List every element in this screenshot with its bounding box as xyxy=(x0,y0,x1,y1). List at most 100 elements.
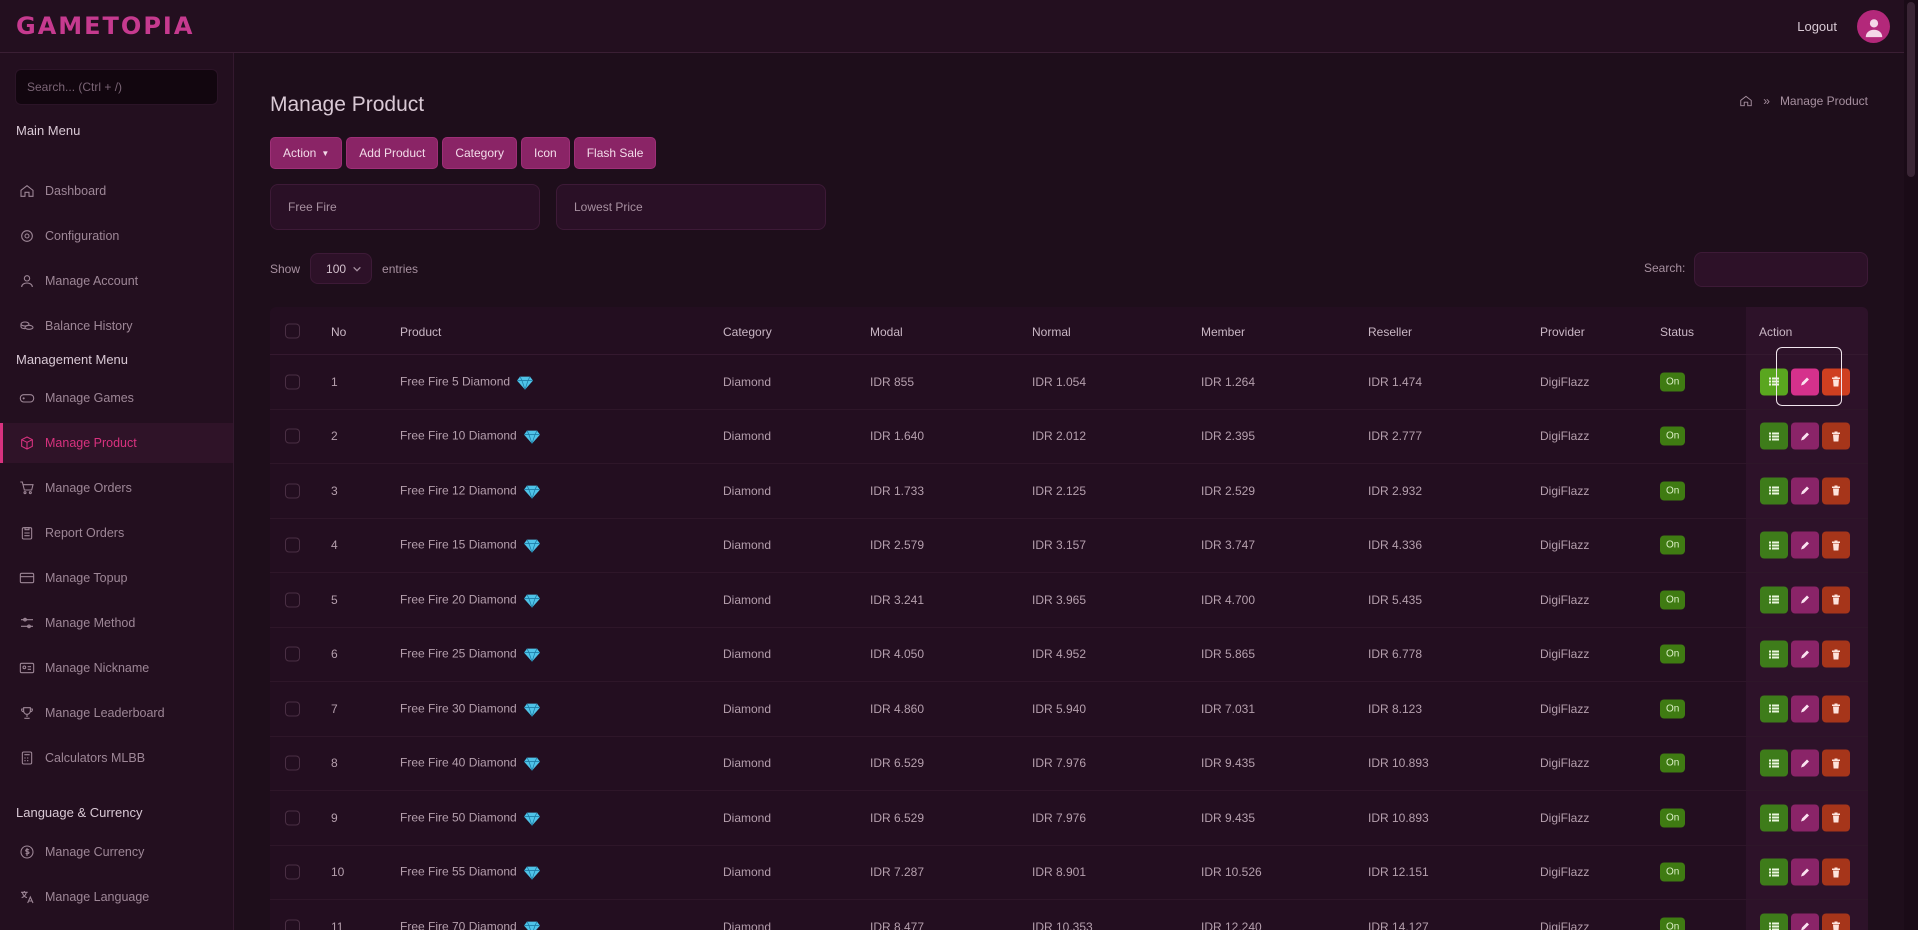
status-badge[interactable]: On xyxy=(1660,426,1686,446)
section-title-management-menu: Management Menu xyxy=(16,352,129,367)
sidebar-item-manage-leaderboard[interactable]: Manage Leaderboard xyxy=(0,693,233,733)
sidebar-item-manage-games[interactable]: Manage Games xyxy=(0,378,233,418)
status-badge[interactable]: On xyxy=(1660,590,1686,610)
header-category[interactable]: Category xyxy=(723,325,772,339)
select-all-checkbox[interactable] xyxy=(285,323,300,338)
sort-filter-select[interactable]: Lowest Price xyxy=(556,184,826,230)
action-dropdown-button[interactable]: Action ▼ xyxy=(270,137,343,169)
delete-button[interactable] xyxy=(1822,804,1850,832)
status-badge[interactable]: On xyxy=(1660,862,1686,882)
delete-button[interactable] xyxy=(1822,531,1850,559)
sidebar-item-balance-history[interactable]: Balance History xyxy=(0,306,233,346)
icon-button[interactable]: Icon xyxy=(521,137,570,169)
delete-button[interactable] xyxy=(1822,913,1850,930)
sidebar-item-calculators-mlbb[interactable]: Calculators MLBB xyxy=(0,738,233,778)
header-product[interactable]: Product xyxy=(400,325,441,339)
detail-button[interactable] xyxy=(1760,586,1788,614)
category-text: Diamond xyxy=(723,810,772,825)
sidebar-item-manage-currency[interactable]: Manage Currency xyxy=(0,832,233,872)
section-title-language-currency: Language & Currency xyxy=(16,805,143,820)
header-normal[interactable]: Normal xyxy=(1032,325,1071,339)
status-badge[interactable]: On xyxy=(1660,753,1686,773)
edit-button[interactable] xyxy=(1791,913,1819,930)
edit-button[interactable] xyxy=(1791,749,1819,777)
edit-button[interactable] xyxy=(1791,858,1819,886)
row-checkbox[interactable] xyxy=(285,755,300,771)
sidebar-item-manage-nickname[interactable]: Manage Nickname xyxy=(0,648,233,688)
home-icon[interactable] xyxy=(1739,94,1753,108)
sidebar-item-configuration[interactable]: Configuration xyxy=(0,216,233,256)
category-button[interactable]: Category xyxy=(442,137,518,169)
sidebar-item-manage-orders[interactable]: Manage Orders xyxy=(0,468,233,508)
detail-button[interactable] xyxy=(1760,477,1788,505)
delete-button[interactable] xyxy=(1822,477,1850,505)
row-checkbox[interactable] xyxy=(285,864,300,880)
member-text: IDR 5.865 xyxy=(1201,647,1256,662)
row-checkbox[interactable] xyxy=(285,428,300,444)
header-member[interactable]: Member xyxy=(1201,325,1245,339)
add-product-button[interactable]: Add Product xyxy=(346,137,439,169)
app-logo[interactable]: GAMETOPIA xyxy=(16,12,194,40)
edit-button[interactable] xyxy=(1791,531,1819,559)
detail-button[interactable] xyxy=(1760,858,1788,886)
sidebar-item-dashboard[interactable]: Dashboard xyxy=(0,171,233,211)
header-no[interactable]: No xyxy=(331,325,346,339)
sidebar-item-label: Manage Currency xyxy=(45,845,145,859)
edit-button[interactable] xyxy=(1791,422,1819,450)
sidebar-item-report-orders[interactable]: Report Orders xyxy=(0,513,233,553)
delete-button[interactable] xyxy=(1822,695,1850,723)
row-checkbox[interactable] xyxy=(285,646,300,662)
row-checkbox[interactable] xyxy=(285,810,300,826)
row-checkbox[interactable] xyxy=(285,701,300,717)
detail-button[interactable] xyxy=(1760,640,1788,668)
status-badge[interactable]: On xyxy=(1660,699,1686,719)
status-badge[interactable]: On xyxy=(1660,808,1686,828)
detail-button[interactable] xyxy=(1760,749,1788,777)
edit-button[interactable] xyxy=(1791,804,1819,832)
detail-button[interactable] xyxy=(1760,422,1788,450)
status-badge[interactable]: On xyxy=(1660,372,1686,392)
sidebar-item-label: Manage Product xyxy=(45,436,137,450)
sidebar-item-manage-topup[interactable]: Manage Topup xyxy=(0,558,233,598)
status-badge[interactable]: On xyxy=(1660,535,1686,555)
row-checkbox[interactable] xyxy=(285,919,300,930)
row-checkbox[interactable] xyxy=(285,374,300,390)
trash-icon xyxy=(1830,485,1842,497)
delete-button[interactable] xyxy=(1822,422,1850,450)
detail-button[interactable] xyxy=(1760,804,1788,832)
sidebar-item-manage-method[interactable]: Manage Method xyxy=(0,603,233,643)
flash-sale-button[interactable]: Flash Sale xyxy=(573,137,657,169)
delete-button[interactable] xyxy=(1822,858,1850,886)
status-badge[interactable]: On xyxy=(1660,644,1686,664)
logout-link[interactable]: Logout xyxy=(1797,19,1837,34)
detail-button[interactable] xyxy=(1760,531,1788,559)
sidebar-item-manage-language[interactable]: Manage Language xyxy=(0,877,233,917)
header-reseller[interactable]: Reseller xyxy=(1368,325,1412,339)
cell-normal: IDR 7.976 xyxy=(1032,811,1086,825)
edit-button[interactable] xyxy=(1791,640,1819,668)
header-status[interactable]: Status xyxy=(1660,325,1694,339)
edit-button[interactable] xyxy=(1791,477,1819,505)
delete-button[interactable] xyxy=(1822,749,1850,777)
sidebar-search-input[interactable]: Search... (Ctrl + /) xyxy=(15,69,218,105)
detail-button[interactable] xyxy=(1760,913,1788,930)
sidebar-item-manage-account[interactable]: Manage Account xyxy=(0,261,233,301)
avatar[interactable] xyxy=(1857,10,1890,43)
status-badge[interactable]: On xyxy=(1660,481,1686,501)
table-search-input[interactable] xyxy=(1694,252,1868,287)
row-checkbox[interactable] xyxy=(285,592,300,608)
entries-select[interactable]: 100 xyxy=(310,253,373,284)
delete-button[interactable] xyxy=(1822,640,1850,668)
edit-button[interactable] xyxy=(1791,586,1819,614)
delete-button[interactable] xyxy=(1822,586,1850,614)
header-modal[interactable]: Modal xyxy=(870,325,903,339)
row-checkbox[interactable] xyxy=(285,537,300,553)
status-badge[interactable]: On xyxy=(1660,917,1686,930)
row-checkbox[interactable] xyxy=(285,483,300,499)
edit-button[interactable] xyxy=(1791,695,1819,723)
header-provider[interactable]: Provider xyxy=(1540,325,1585,339)
detail-button[interactable] xyxy=(1760,695,1788,723)
page-scrollbar[interactable] xyxy=(1904,0,1918,930)
sidebar-item-manage-product[interactable]: Manage Product xyxy=(0,423,233,463)
game-filter-select[interactable]: Free Fire xyxy=(270,184,540,230)
